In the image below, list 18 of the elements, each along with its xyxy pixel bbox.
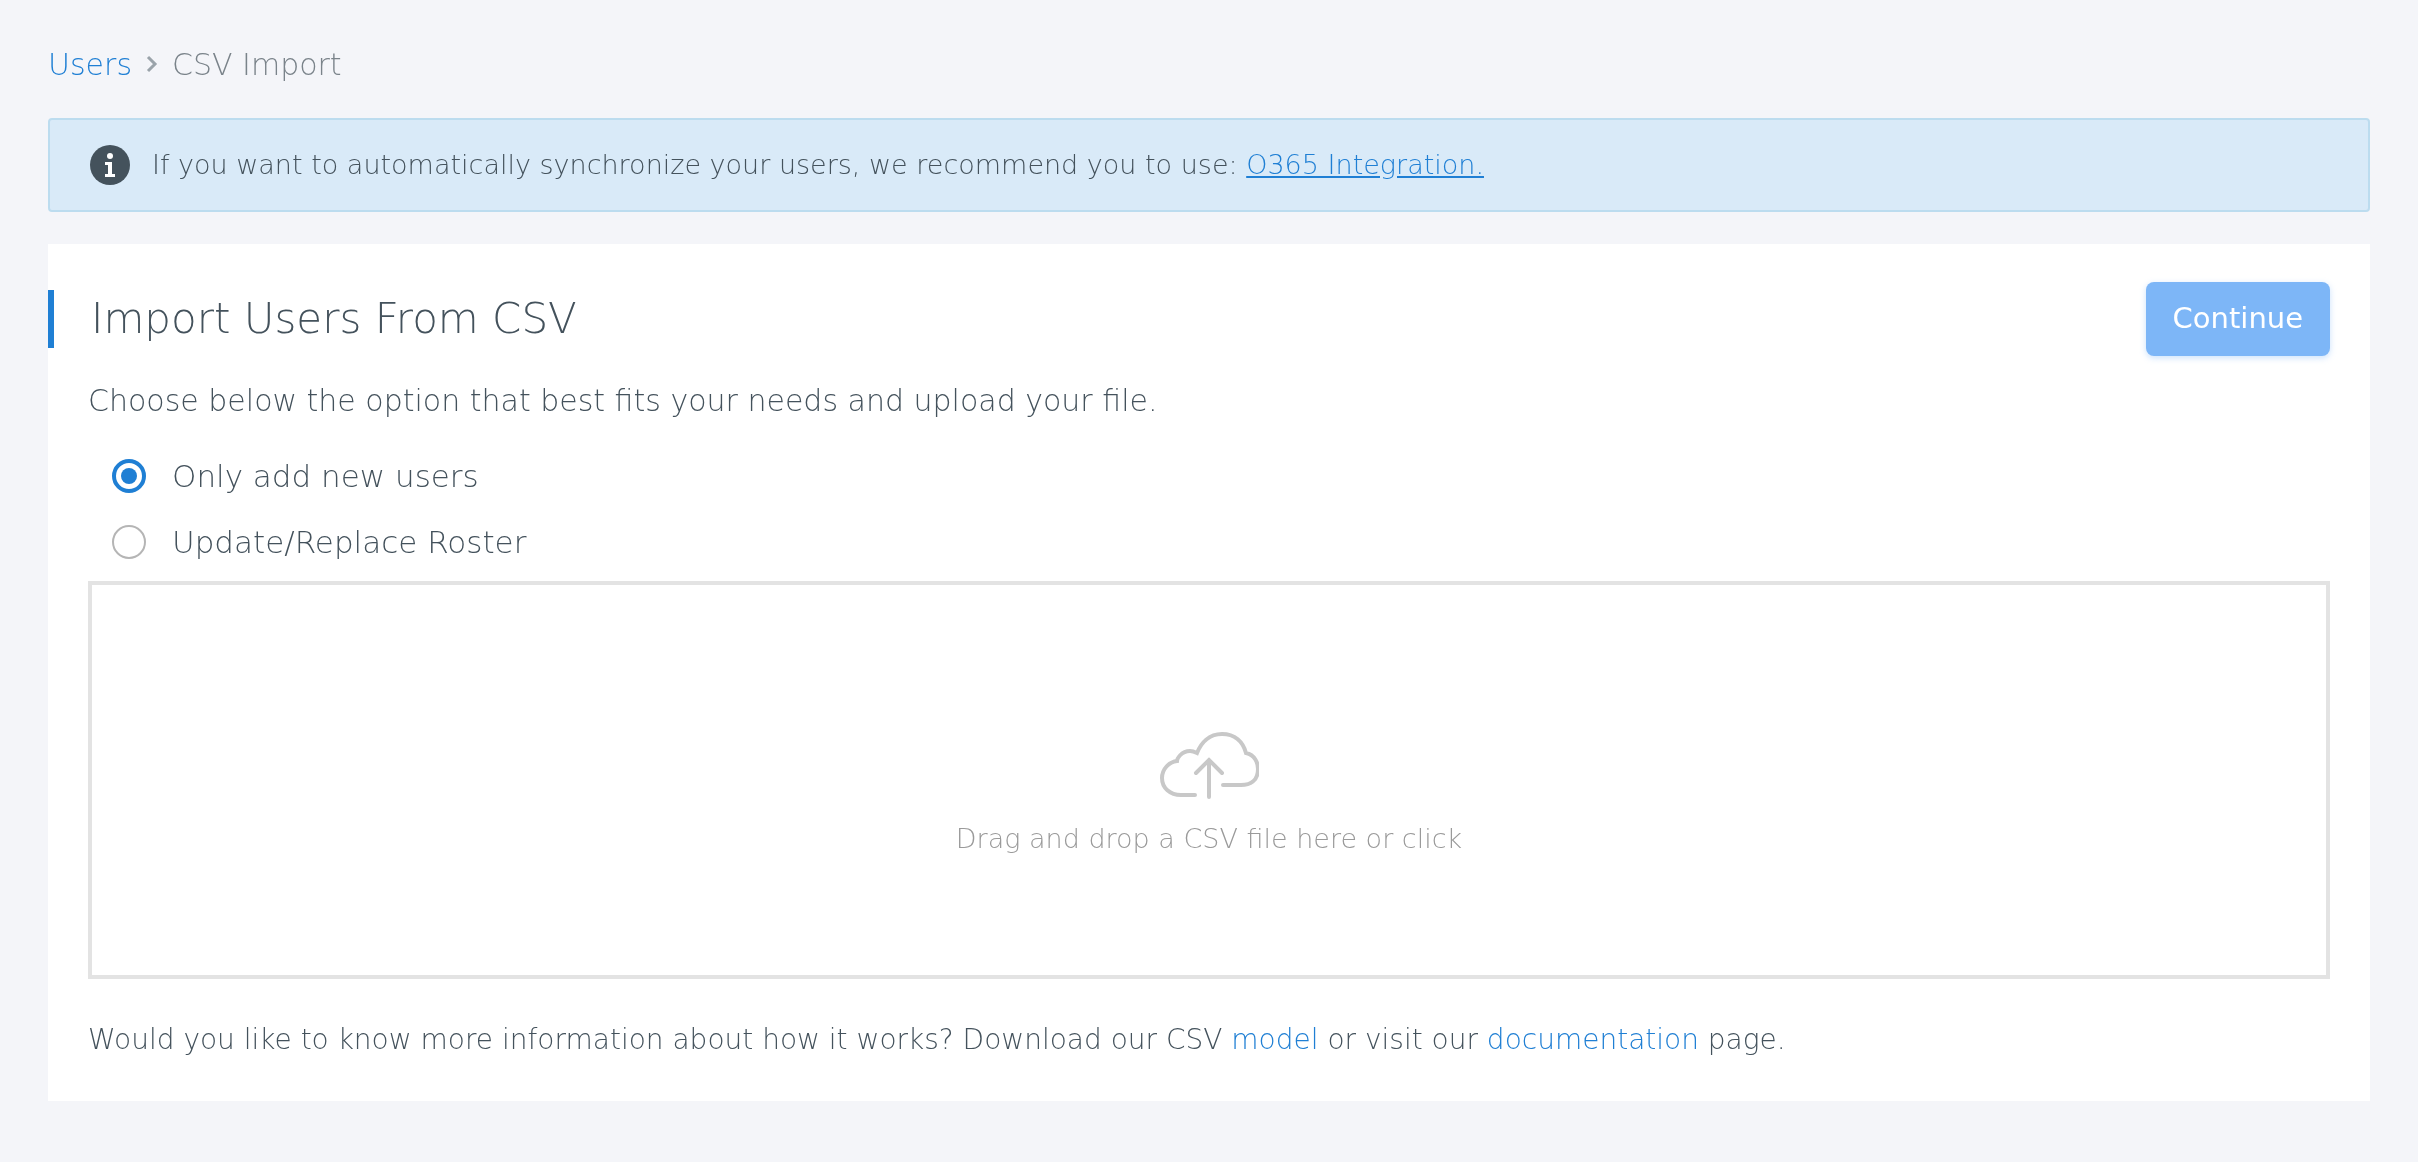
panel-title: Import Users From CSV	[48, 290, 577, 348]
help-link[interactable]: model	[1231, 1023, 1319, 1056]
radio-option[interactable]: Update/Replace Roster	[88, 509, 2330, 575]
help-text: Would you like to know more information about how it works? Download our CSV model or visit our documentation page.	[88, 1022, 1787, 1058]
cloud-upload-icon	[1159, 730, 1259, 799]
description-text: Choose below the option that best fits your needs and upload your file.	[88, 382, 1159, 420]
dropzone-text: Drag and drop a CSV file here or click	[955, 821, 1463, 856]
file-dropzone[interactable]: Drag and drop a CSV file here or click	[88, 581, 2330, 979]
help-link[interactable]: documentation	[1486, 1023, 1699, 1056]
breadcrumb-current: CSV Import	[172, 45, 342, 84]
radio-option[interactable]: Only add new users	[88, 443, 2330, 509]
alert-message: If you want to automatically synchronize your users, we recommend you to use: O365 Integration.	[152, 147, 1484, 182]
integration-link[interactable]: O365 Integration.	[1246, 148, 1484, 180]
radio-button[interactable]	[112, 525, 146, 559]
breadcrumb-link[interactable]: Users	[48, 41, 132, 87]
info-icon	[90, 145, 130, 185]
radio-button[interactable]	[112, 459, 146, 493]
chevron-right-icon	[146, 55, 158, 73]
